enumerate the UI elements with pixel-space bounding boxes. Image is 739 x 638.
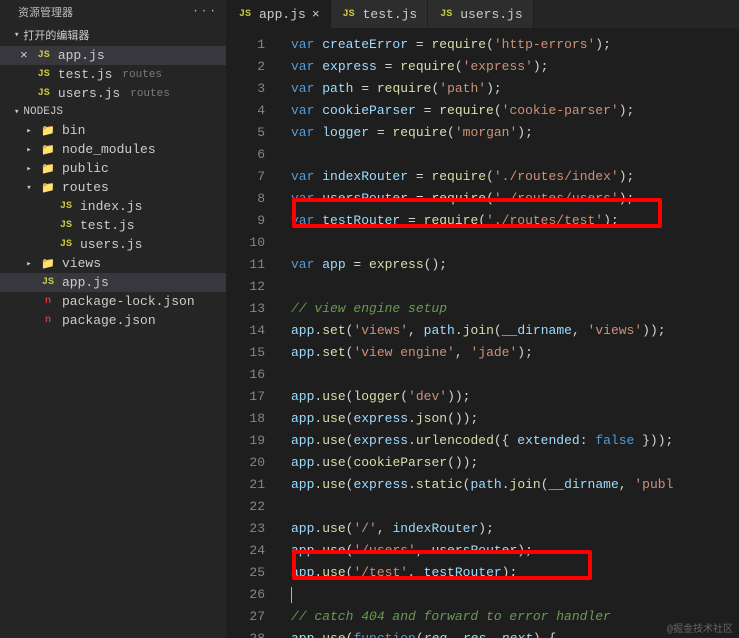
tree-item-label: views xyxy=(62,256,101,271)
icon-js-icon: JS xyxy=(58,239,74,250)
code-line[interactable]: app.use('/test', testRouter); xyxy=(291,562,739,584)
file-name: app.js xyxy=(58,48,105,63)
code-line[interactable]: app.use('/users', usersRouter); xyxy=(291,540,739,562)
icon-npm-icon: n xyxy=(40,315,56,326)
chevron-icon: ▸ xyxy=(24,164,34,174)
code-line[interactable]: app.use(cookieParser()); xyxy=(291,452,739,474)
file-name: users.js xyxy=(58,86,120,101)
js-file-icon: JS xyxy=(341,9,357,20)
code-line[interactable]: app.use(logger('dev')); xyxy=(291,386,739,408)
editor-tab[interactable]: JS users.js xyxy=(428,0,533,28)
code-line[interactable]: var createError = require('http-errors')… xyxy=(291,34,739,56)
file-item[interactable]: n package-lock.json xyxy=(0,292,226,311)
code-line[interactable] xyxy=(291,496,739,518)
icon-folder-routes-icon: 📁 xyxy=(40,181,56,195)
tree-item-label: app.js xyxy=(62,275,109,290)
code-line[interactable]: var usersRouter = require('./routes/user… xyxy=(291,188,739,210)
watermark: @掘金技术社区 xyxy=(667,620,733,636)
file-item[interactable]: JS app.js xyxy=(0,273,226,292)
code-line[interactable] xyxy=(291,364,739,386)
open-editors-label[interactable]: 打开的编辑器 xyxy=(0,24,226,46)
project-label[interactable]: NODEJS xyxy=(0,103,226,121)
tree-item-label: public xyxy=(62,161,109,176)
close-icon[interactable]: × xyxy=(312,7,320,22)
editor-tab[interactable]: JS test.js xyxy=(331,0,429,28)
icon-js-icon: JS xyxy=(58,201,74,212)
explorer-header: 资源管理器 ··· xyxy=(0,0,226,24)
close-icon[interactable]: × xyxy=(20,48,28,63)
tree-item-label: routes xyxy=(62,180,109,195)
code-line[interactable]: var app = express(); xyxy=(291,254,739,276)
chevron-icon: ▸ xyxy=(24,126,34,136)
chevron-icon: ▸ xyxy=(24,259,34,269)
icon-folder-views-icon: 📁 xyxy=(40,257,56,271)
icon-js-icon: JS xyxy=(40,277,56,288)
code-content[interactable]: var createError = require('http-errors')… xyxy=(281,28,739,638)
code-line[interactable] xyxy=(291,584,739,606)
open-editor-item[interactable]: ×JStest.jsroutes xyxy=(0,65,226,84)
explorer-sidebar: 资源管理器 ··· 打开的编辑器 × JS app.js× JS test.js rout… xyxy=(0,0,227,638)
file-item[interactable]: JS index.js xyxy=(0,197,226,216)
file-path-dim: routes xyxy=(122,69,162,81)
text-cursor xyxy=(291,587,292,603)
editor-tab[interactable]: JS app.js × xyxy=(227,0,331,28)
tree-item-label: index.js xyxy=(80,199,142,214)
code-line[interactable]: app.set('view engine', 'jade'); xyxy=(291,342,739,364)
code-line[interactable]: app.use(express.urlencoded({ extended: f… xyxy=(291,430,739,452)
tab-label: app.js xyxy=(259,7,306,22)
tab-label: users.js xyxy=(460,7,522,22)
icon-folder-icon: 📁 xyxy=(40,124,56,138)
code-line[interactable] xyxy=(291,232,739,254)
folder-item[interactable]: ▸ 📁 public xyxy=(0,159,226,178)
file-item[interactable]: n package.json xyxy=(0,311,226,330)
js-file-icon: JS xyxy=(237,9,253,20)
code-line[interactable]: app.use(express.json()); xyxy=(291,408,739,430)
folder-item[interactable]: ▸ 📁 views xyxy=(0,254,226,273)
code-line[interactable]: var express = require('express'); xyxy=(291,56,739,78)
code-line[interactable] xyxy=(291,276,739,298)
tree-item-label: users.js xyxy=(80,237,142,252)
code-line[interactable]: app.set('views', path.join(__dirname, 'v… xyxy=(291,320,739,342)
js-file-icon: JS xyxy=(438,9,454,20)
js-file-icon: JS xyxy=(36,88,52,99)
code-line[interactable]: var path = require('path'); xyxy=(291,78,739,100)
code-line[interactable]: var cookieParser = require('cookie-parse… xyxy=(291,100,739,122)
code-line[interactable]: // view engine setup xyxy=(291,298,739,320)
code-line[interactable]: app.use('/', indexRouter); xyxy=(291,518,739,540)
tree-item-label: node_modules xyxy=(62,142,156,157)
icon-js-icon: JS xyxy=(58,220,74,231)
code-line[interactable]: var testRouter = require('./routes/test'… xyxy=(291,210,739,232)
js-file-icon: JS xyxy=(36,69,52,80)
explorer-title: 资源管理器 xyxy=(18,4,73,20)
more-icon[interactable]: ··· xyxy=(192,6,218,18)
open-editor-item[interactable]: ×JSusers.jsroutes xyxy=(0,84,226,103)
code-line[interactable] xyxy=(291,144,739,166)
line-gutter: 1234567891011121314151617181920212223242… xyxy=(227,28,281,638)
file-item[interactable]: JS test.js xyxy=(0,216,226,235)
js-file-icon: JS xyxy=(36,50,52,61)
file-name: test.js xyxy=(58,67,113,82)
file-item[interactable]: JS users.js xyxy=(0,235,226,254)
folder-item[interactable]: ▾ 📁 routes xyxy=(0,178,226,197)
tab-label: test.js xyxy=(363,7,418,22)
code-line[interactable]: var indexRouter = require('./routes/inde… xyxy=(291,166,739,188)
open-editor-item[interactable]: × JS app.js xyxy=(0,46,226,65)
chevron-icon: ▾ xyxy=(24,183,34,193)
editor-tabs: JS app.js × JS test.js JS users.js xyxy=(227,0,739,28)
tree-item-label: test.js xyxy=(80,218,135,233)
chevron-icon: ▸ xyxy=(24,145,34,155)
folder-item[interactable]: ▸ 📁 node_modules xyxy=(0,140,226,159)
icon-npm-icon: n xyxy=(40,296,56,307)
tree-item-label: bin xyxy=(62,123,85,138)
tree-item-label: package.json xyxy=(62,313,156,328)
code-line[interactable]: var logger = require('morgan'); xyxy=(291,122,739,144)
icon-folder-node-icon: 📁 xyxy=(40,143,56,157)
tree-item-label: package-lock.json xyxy=(62,294,195,309)
icon-folder-public-icon: 📁 xyxy=(40,162,56,176)
file-path-dim: routes xyxy=(130,88,170,100)
code-line[interactable]: app.use(express.static(path.join(__dirna… xyxy=(291,474,739,496)
folder-item[interactable]: ▸ 📁 bin xyxy=(0,121,226,140)
code-area[interactable]: 1234567891011121314151617181920212223242… xyxy=(227,28,739,638)
editor-area: JS app.js × JS test.js JS users.js 12345678910… xyxy=(227,0,739,638)
